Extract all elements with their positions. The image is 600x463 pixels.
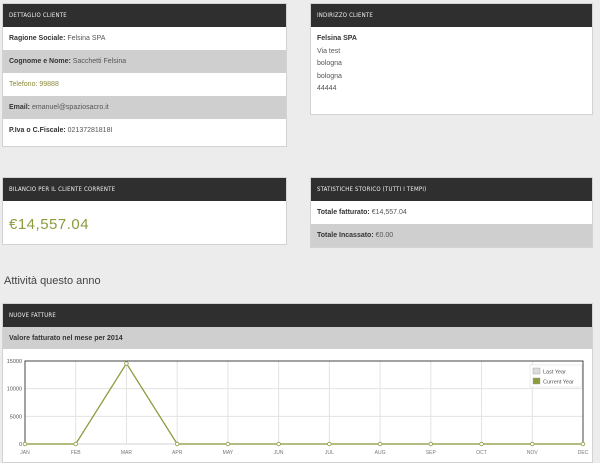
invoices-panel: NUOVE FATTURE Valore fatturato nel mese … [2,303,593,463]
balance-amount: €14,557.04 [9,216,90,233]
customer-address-panel: INDIRIZZO CLIENTE Felsina SPA Via test b… [310,3,593,115]
full-name-row: Cognome e Nome: Sacchetti Felsina [3,50,286,73]
data-point [428,441,434,447]
x-tick-label: FEB [71,450,81,456]
x-tick-label: JUL [325,450,334,456]
balance-panel: BILANCIO PER IL CLIENTE CORRENTE €14,557… [2,177,287,245]
series-line [25,362,583,445]
y-tick-label: 15000 [7,359,22,365]
total-invoiced-row: Totale fatturato: €14,557.04 [317,209,407,216]
x-tick-label: OCT [476,450,487,456]
y-tick-label: 5000 [10,414,22,420]
email-link[interactable]: emanuel@spaziosacro.it [32,104,109,111]
y-tick-label: 0 [19,442,22,448]
data-point [22,441,28,447]
x-tick-label: NOV [527,450,539,456]
x-tick-label: JUN [274,450,284,456]
data-point [479,441,484,447]
y-tick-label: 10000 [7,387,22,393]
address-line: bologna [317,72,342,80]
data-point [225,441,231,447]
data-point [73,441,78,447]
x-tick-label: AUG [375,450,386,456]
activity-title: Attività questo anno [4,275,101,287]
data-point [327,441,332,447]
x-tick-label: APR [172,450,183,456]
x-tick-label: SEP [426,450,437,456]
invoices-line-chart: 0 5000 10000 15000 JAN FEB MAR APR MAY JUN JUL AUG S… [7,359,589,456]
x-tick-label: DEC [578,450,589,456]
legend-swatch [532,367,541,375]
invoices-header: NUOVE FATTURE [3,304,592,327]
data-point [174,441,180,447]
data-point [530,441,535,447]
data-point [580,441,586,447]
data-point [377,441,383,447]
total-collected-row: Totale Incassato: €0.00 [311,224,592,247]
legend-swatch [532,377,541,385]
history-stats-panel: STATISTICHE STORICO (TUTTI I TEMPI) Tota… [310,177,593,248]
address-line: bologna [317,60,342,67]
company-name-row: Ragione Sociale: Felsina SPA [9,35,106,42]
history-stats-header: STATISTICHE STORICO (TUTTI I TEMPI) [311,178,592,201]
legend-label: Current Year [543,380,574,386]
plot-border [24,360,584,445]
x-tick-label: JAN [20,450,30,456]
phone-row[interactable]: Telefono: 99888 [3,73,286,96]
address-line: 44444 [317,85,337,92]
invoices-subheader: Valore fatturato nel mese per 2014 [3,327,592,349]
customer-detail-panel: DETTAGLIO CLIENTE Ragione Sociale: Felsi… [2,3,287,147]
vat-row: P.Iva o C.Fiscale: 02137281818I [9,127,113,134]
legend-label: Last Year [543,370,566,376]
x-tick-label: MAY [223,450,234,456]
email-row: Email: emanuel@spaziosacro.it [3,96,286,119]
data-point [124,361,129,366]
balance-header: BILANCIO PER IL CLIENTE CORRENTE [3,178,286,201]
address-company-name: Felsina SPA [317,35,357,42]
customer-detail-header: DETTAGLIO CLIENTE [3,4,286,27]
data-point [276,441,281,447]
x-tick-label: MAR [121,450,133,456]
customer-address-header: INDIRIZZO CLIENTE [311,4,592,27]
address-block: Felsina SPA Via test bologna bologna 444… [311,27,592,96]
address-line: Via test [317,47,341,55]
